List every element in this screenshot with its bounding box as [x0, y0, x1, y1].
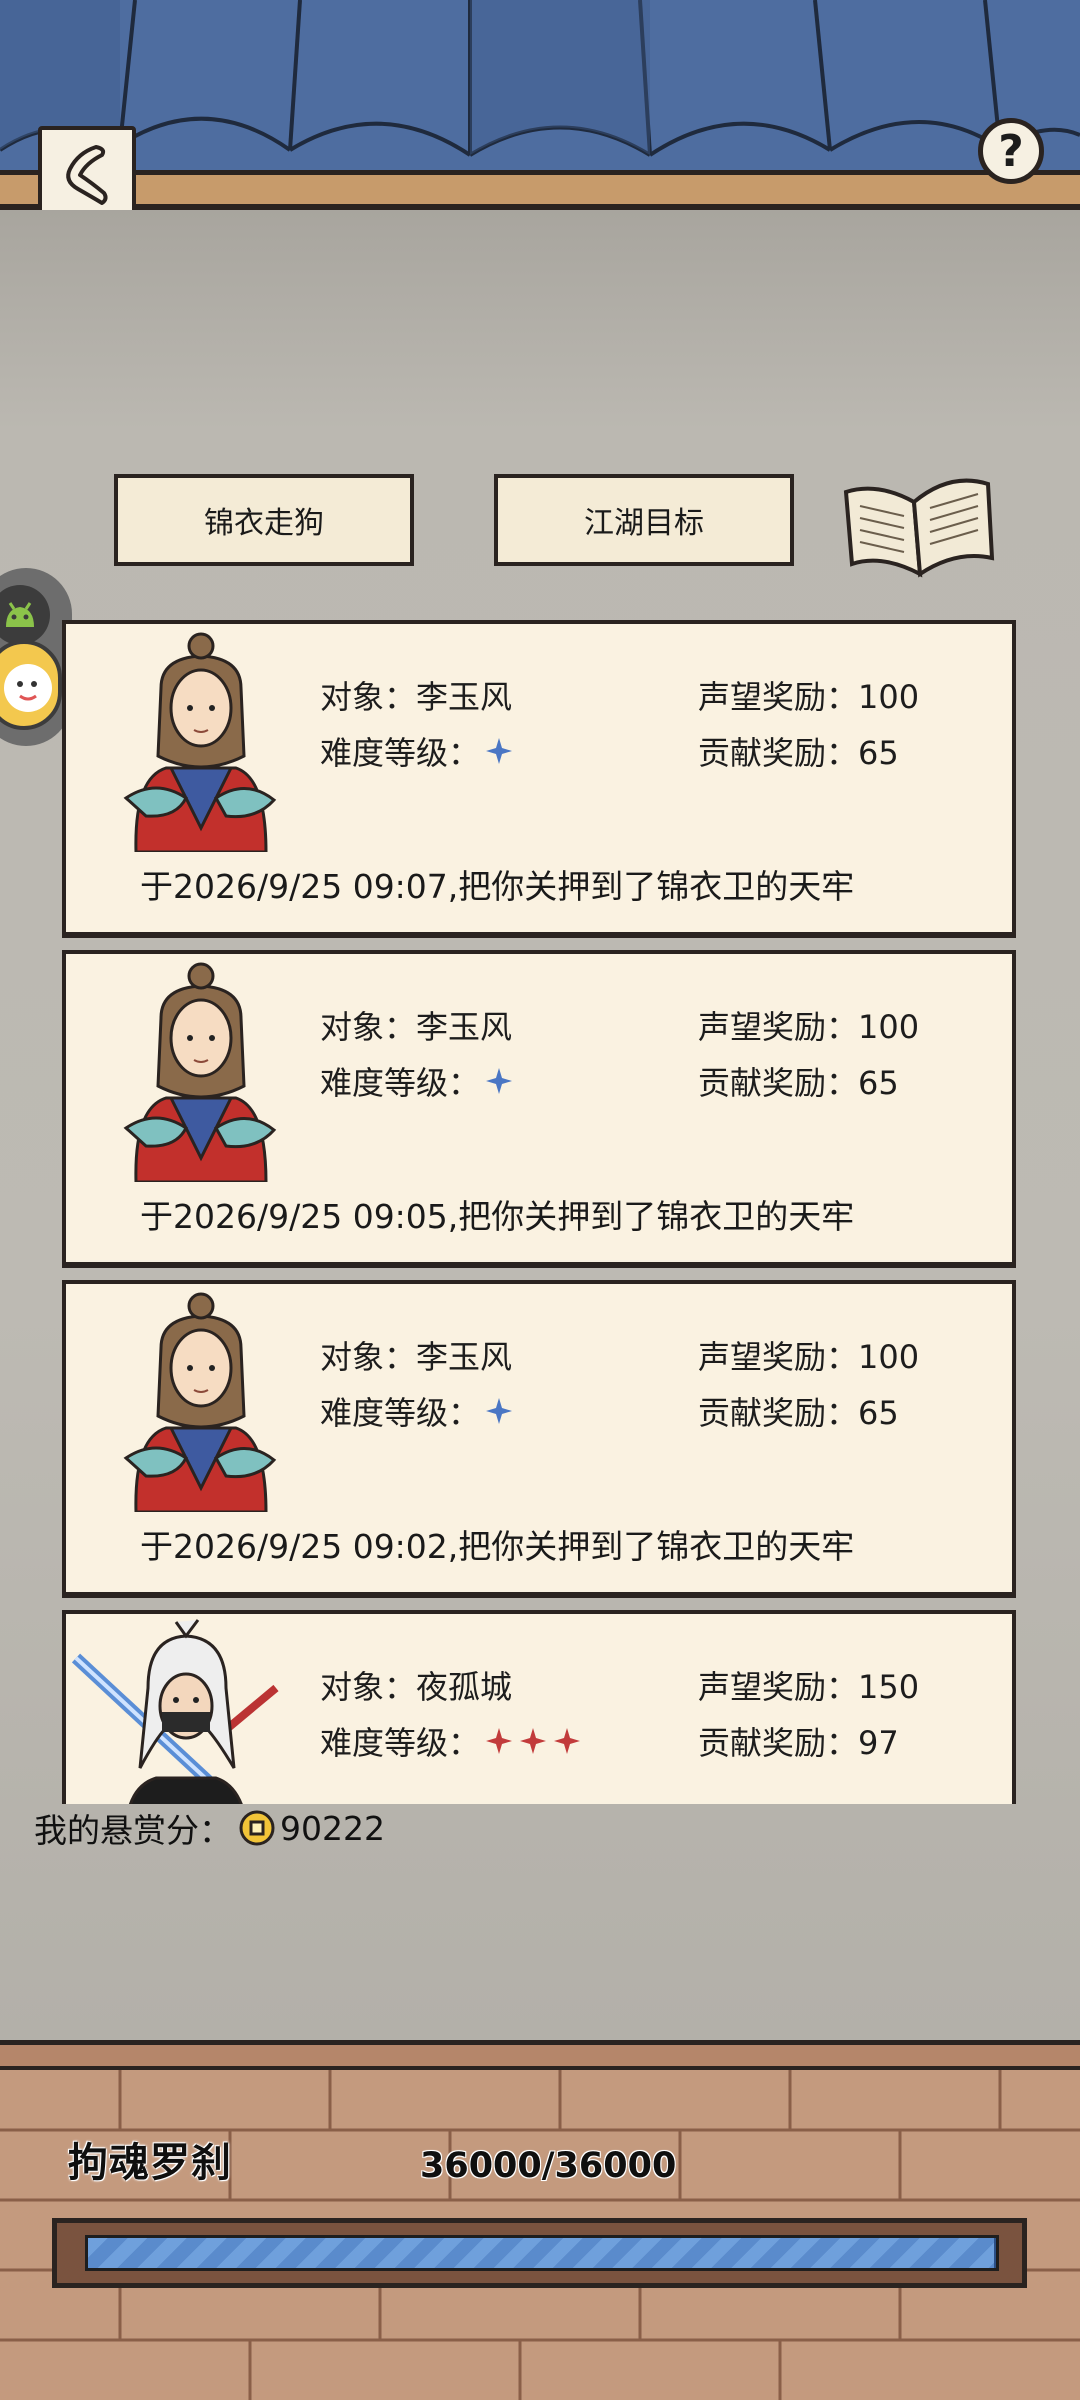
back-button[interactable] [38, 126, 136, 222]
character-portrait [123, 632, 277, 852]
difficulty-label: 难度等级： [320, 1064, 481, 1102]
contribution-reward: 贡献奖励：97 [698, 1724, 899, 1762]
contribution-reward: 贡献奖励：65 [698, 1064, 899, 1102]
star-icon [486, 1728, 513, 1754]
bounty-score-value: 90222 [280, 1808, 385, 1848]
record-description: 于2026/9/25 09:07,把你关押到了锦衣卫的天牢 [140, 867, 855, 906]
reputation-reward: 声望奖励：150 [698, 1668, 920, 1706]
reputation-reward: 声望奖励：100 [698, 1008, 920, 1046]
contribution-reward: 贡献奖励：65 [698, 1394, 899, 1432]
coin-icon [239, 1810, 275, 1846]
difficulty-label: 难度等级： [320, 1394, 481, 1432]
star-icon [520, 1728, 547, 1754]
boss-name: 拘魂罗刹 [68, 2140, 232, 2186]
difficulty-level: 难度等级： [320, 1388, 514, 1434]
tab-label: 锦衣走狗 [204, 506, 324, 541]
boss-hp-text: 36000/36000 [420, 2146, 677, 2186]
contribution-reward: 贡献奖励：65 [698, 734, 899, 772]
back-arrow-icon [66, 145, 108, 205]
difficulty-level: 难度等级： [320, 728, 514, 774]
target-name: 对象：李玉风 [320, 1008, 513, 1046]
star-icon [486, 1398, 513, 1424]
tab-jinyi-zougou[interactable]: 锦衣走狗 [114, 474, 414, 566]
target-name: 对象：李玉风 [320, 678, 513, 716]
bounty-score: 我的悬赏分： 90222 [34, 1804, 385, 1852]
character-portrait [123, 1292, 277, 1512]
record-description: 于2026/9/25 09:05,把你关押到了锦衣卫的天牢 [140, 1197, 855, 1236]
star-icon [486, 1068, 513, 1094]
hp-fill [88, 2238, 996, 2268]
character-portrait [123, 962, 277, 1182]
target-name: 对象：李玉风 [320, 1338, 513, 1376]
roof-beam [0, 170, 1080, 210]
bounty-record-card[interactable]: 对象：夜孤城 难度等级： 声望奖励：150 贡献奖励：97 [62, 1610, 1016, 1804]
brick-ledge [0, 2040, 1080, 2070]
help-icon: ? [998, 125, 1024, 177]
difficulty-label: 难度等级： [320, 734, 481, 772]
boss-hp-bar [52, 2218, 1027, 2288]
difficulty-label: 难度等级： [320, 1724, 481, 1762]
bounty-record-card[interactable]: 对象：李玉风 难度等级： 声望奖励：100 贡献奖励：65 于2026/9/25… [62, 950, 1016, 1268]
star-icon [554, 1728, 581, 1754]
difficulty-level: 难度等级： [320, 1058, 514, 1104]
book-icon[interactable] [838, 462, 998, 580]
assistant-avatar[interactable] [0, 640, 62, 730]
character-portrait [71, 1619, 279, 1804]
record-description: 于2026/9/25 09:02,把你关押到了锦衣卫的天牢 [140, 1527, 855, 1566]
help-button[interactable]: ? [978, 118, 1044, 184]
bounty-record-card[interactable]: 对象：李玉风 难度等级： 声望奖励：100 贡献奖励：65 于2026/9/25… [62, 620, 1016, 938]
star-icon [486, 738, 513, 764]
tab-label: 江湖目标 [584, 506, 704, 541]
reputation-reward: 声望奖励：100 [698, 678, 920, 716]
target-name: 对象：夜孤城 [320, 1668, 513, 1706]
tab-jianghu-target[interactable]: 江湖目标 [494, 474, 794, 566]
hp-track [85, 2235, 999, 2271]
bounty-record-card[interactable]: 对象：李玉风 难度等级： 声望奖励：100 贡献奖励：65 于2026/9/25… [62, 1280, 1016, 1598]
bounty-score-label: 我的悬赏分： [34, 1811, 232, 1850]
difficulty-level: 难度等级： [320, 1718, 582, 1764]
bounty-record-list[interactable]: 对象：李玉风 难度等级： 声望奖励：100 贡献奖励：65 于2026/9/25… [62, 620, 1016, 1804]
reputation-reward: 声望奖励：100 [698, 1338, 920, 1376]
